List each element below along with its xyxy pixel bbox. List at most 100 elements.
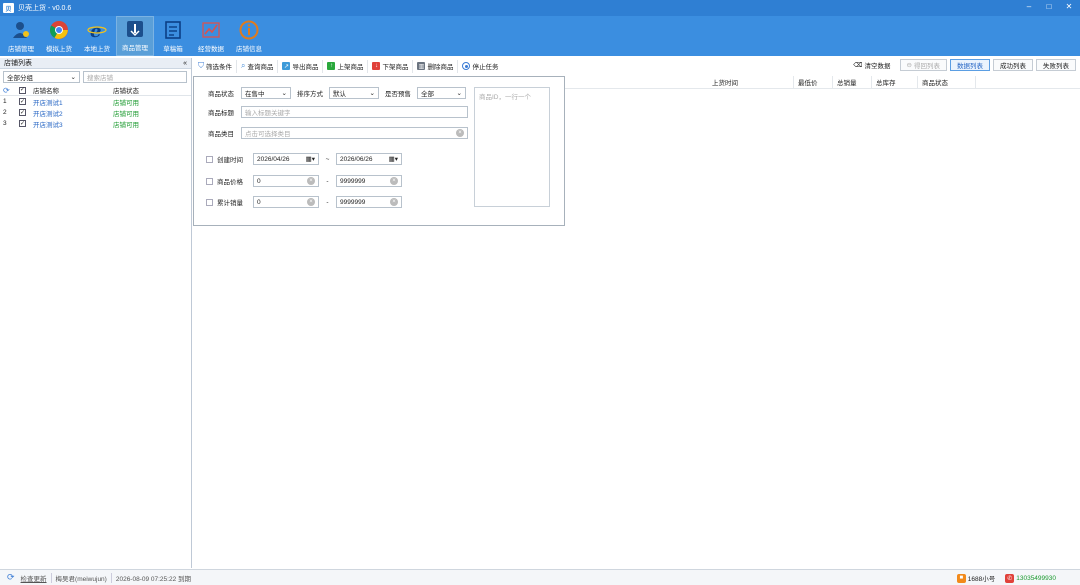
check-update-link[interactable]: 检查更新 <box>21 573 47 583</box>
calendar-icon[interactable]: ▦▾ <box>306 155 315 163</box>
title-placeholder: 输入标题关键字 <box>245 110 291 117</box>
col-min-price[interactable]: 最低价 <box>794 75 833 89</box>
store-status: 店铺可用 <box>113 121 139 129</box>
close-icon[interactable]: ✕ <box>1064 2 1074 11</box>
list-products-button[interactable]: ↑ 上架商品 <box>323 59 369 73</box>
row-number: 3 <box>3 120 7 127</box>
tab-data-list[interactable]: 数据列表 <box>950 59 990 71</box>
group-select[interactable]: 全部分组 ⌄ <box>3 71 80 83</box>
clear-data-button[interactable]: ⌫ 清空数据 <box>847 59 896 71</box>
window-title: 贝壳上货 - v0.0.6 <box>18 5 72 12</box>
product-manage-icon <box>127 21 143 37</box>
row-number: 1 <box>3 98 7 105</box>
refresh-icon[interactable]: ⟳ <box>3 86 19 95</box>
calendar-icon[interactable]: ▦▾ <box>389 155 398 163</box>
col-upload-time[interactable]: 上货时间 <box>708 75 794 89</box>
minimize-icon[interactable]: – <box>1024 2 1034 11</box>
account-badge-label: 1688小号 <box>967 576 996 583</box>
stop-icon <box>462 62 471 70</box>
tab-success-list[interactable]: 成功列表 <box>993 59 1033 71</box>
success-list-label: 成功列表 <box>1000 63 1026 70</box>
ribbon-store-manage[interactable]: 店铺管理 <box>2 16 40 56</box>
row-checkbox[interactable]: ✓ <box>19 120 26 127</box>
export-products-button[interactable]: ↗ 导出商品 <box>278 59 324 73</box>
table-row[interactable]: 3 ✓ 开店测试3 店铺可用 <box>0 118 191 129</box>
table-row[interactable]: 2 ✓ 开店测试2 店铺可用 <box>0 107 191 118</box>
clear-icon[interactable]: × <box>390 177 398 185</box>
status-bar: ⟳ 检查更新 梅吴君(meiwujun) 2026-08-09 07:25:22… <box>0 569 1080 585</box>
price-checkbox[interactable] <box>206 177 213 185</box>
delete-products-button[interactable]: ▥ 删除商品 <box>413 59 459 73</box>
row-number: 2 <box>3 109 7 116</box>
store-list-title: 店铺列表 <box>4 60 32 67</box>
sales-checkbox[interactable] <box>206 198 213 206</box>
phone-contact[interactable]: ✆ 13035499930 <box>1005 573 1056 583</box>
delist-products-button[interactable]: ↓ 下架商品 <box>368 59 414 73</box>
filter-conditions-button[interactable]: ⛉ 筛选条件 <box>194 59 237 73</box>
product-grid-header: 上货时间 最低价 总销量 总库存 商品状态 <box>565 75 1080 89</box>
date-to-picker[interactable]: 2026/06/26 ▦▾ <box>336 153 402 165</box>
col-total-sales[interactable]: 总销量 <box>833 75 872 89</box>
refresh-icon[interactable]: ⟳ <box>7 572 15 583</box>
col-product-status[interactable]: 商品状态 <box>918 75 976 89</box>
col-store-name: 店铺名称 <box>33 88 59 95</box>
store-search-input[interactable]: 搜索店铺 <box>83 71 187 83</box>
status-select[interactable]: 在售中 ⌄ <box>241 87 291 99</box>
ribbon-local-upload[interactable]: e 本地上货 <box>78 16 116 56</box>
query-products-button[interactable]: ⌕ 查询商品 <box>237 59 279 73</box>
ribbon-draft[interactable]: 草稿箱 <box>154 16 192 56</box>
phone-icon: ✆ <box>1005 573 1015 583</box>
title-bar: 贝 贝壳上货 - v0.0.6 – □ ✕ <box>0 0 1080 16</box>
product-ids-placeholder: 商品ID，一行一个 <box>479 94 531 101</box>
col-store-status: 店铺状态 <box>113 88 139 95</box>
clear-icon[interactable]: × <box>456 129 464 137</box>
stop-task-button[interactable]: 停止任务 <box>458 60 502 73</box>
user-name: 梅吴君(meiwujun) <box>55 575 107 583</box>
maximize-icon[interactable]: □ <box>1044 2 1054 11</box>
ribbon-business-data[interactable]: 经营数据 <box>192 16 230 56</box>
clear-data-label: 清空数据 <box>864 63 891 70</box>
search-icon: ⌕ <box>241 61 246 70</box>
date-to-value: 2026/06/26 <box>340 155 373 163</box>
row-checkbox[interactable]: ✓ <box>19 109 26 116</box>
clear-icon[interactable]: × <box>307 177 315 185</box>
date-from-picker[interactable]: 2026/04/26 ▦▾ <box>253 153 319 165</box>
store-name[interactable]: 开店测试3 <box>33 119 113 129</box>
store-list-panel: 店铺列表 « 全部分组 ⌄ 搜索店铺 ⟳ ✓ 店铺名称 店铺状态 1 ✓ 开店测… <box>0 58 192 568</box>
export-icon: ↗ <box>282 62 291 70</box>
arrow-up-icon: ↑ <box>327 62 336 70</box>
price-min-input[interactable]: 0 × <box>253 175 319 187</box>
status-value: 在售中 <box>245 91 265 98</box>
select-all-checkbox[interactable]: ✓ <box>19 86 26 94</box>
created-time-checkbox[interactable] <box>206 155 213 163</box>
sales-min-input[interactable]: 0 × <box>253 196 319 208</box>
sort-select[interactable]: 默认 ⌄ <box>329 87 379 99</box>
row-checkbox[interactable]: ✓ <box>19 98 26 105</box>
price-max-input[interactable]: 9999999 × <box>336 175 402 187</box>
sales-max-value: 9999999 <box>340 198 366 206</box>
sales-max-input[interactable]: 9999999 × <box>336 196 402 208</box>
list-products-label: 上架商品 <box>337 64 364 71</box>
tab-fail-list[interactable]: 失败列表 <box>1036 59 1076 71</box>
ribbon-store-info[interactable]: 店铺信息 <box>230 16 268 56</box>
sales-label: 累计销量 <box>217 200 243 207</box>
date-range-separator: ~ <box>325 155 330 163</box>
category-input[interactable]: 点击可选择类目 × <box>241 127 468 139</box>
ribbon-product-manage[interactable]: 商品管理 <box>116 16 154 56</box>
col-total-stock[interactable]: 总库存 <box>872 75 918 89</box>
category-label: 商品类目 <box>208 131 234 138</box>
recycle-list-button[interactable]: ⊖ 得回列表 <box>899 59 947 71</box>
store-name[interactable]: 开店测试2 <box>33 108 113 118</box>
account-badge[interactable]: ■ 1688小号 <box>956 573 996 583</box>
title-input[interactable]: 输入标题关键字 <box>241 106 468 118</box>
table-row[interactable]: 1 ✓ 开店测试1 店铺可用 <box>0 96 191 107</box>
recycle-list-label: 得回列表 <box>914 63 940 70</box>
store-name[interactable]: 开店测试1 <box>33 97 113 107</box>
group-select-value: 全部分组 <box>7 75 33 82</box>
ribbon-simulate-upload[interactable]: 模拟上货 <box>40 16 78 56</box>
collapse-icon[interactable]: « <box>183 60 187 67</box>
clear-icon[interactable]: × <box>307 198 315 206</box>
clear-icon[interactable]: × <box>390 198 398 206</box>
product-ids-textarea[interactable]: 商品ID，一行一个 <box>474 87 550 207</box>
presale-select[interactable]: 全部 ⌄ <box>417 87 466 99</box>
